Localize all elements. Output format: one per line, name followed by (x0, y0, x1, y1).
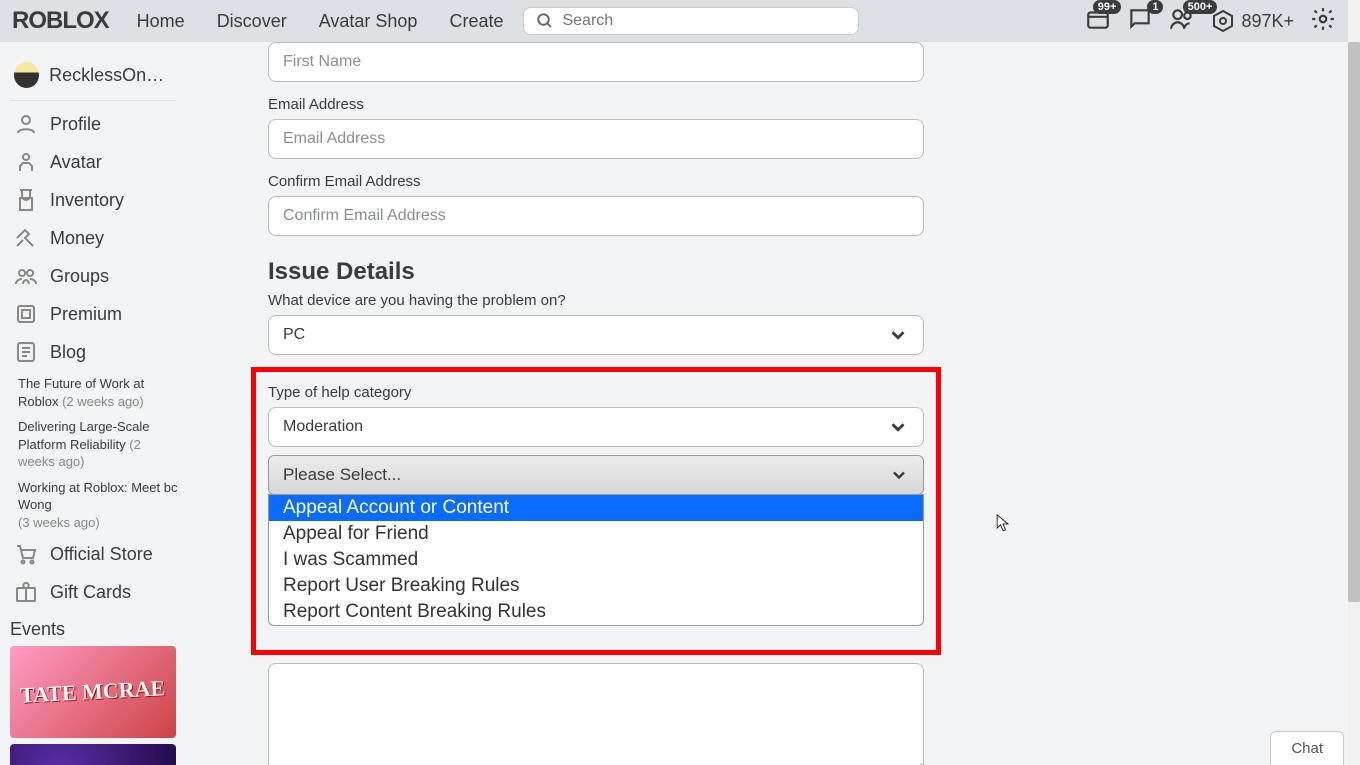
premium-icon (14, 302, 38, 326)
left-sidebar: RecklessOnY… Profile Avatar Inventory Mo… (0, 42, 186, 765)
event-tile[interactable]: TATE MCRAE (10, 646, 176, 738)
sidebar-label: Profile (50, 114, 101, 135)
main-nav: Home Discover Avatar Shop Create (137, 11, 504, 32)
avatar-icon (14, 150, 38, 174)
inventory-icon (14, 188, 38, 212)
top-header: ROBLOX Home Discover Avatar Shop Create … (0, 0, 1348, 42)
robux-balance[interactable]: 897K+ (1211, 9, 1294, 33)
category-select[interactable]: Moderation (268, 407, 924, 447)
search-input[interactable] (562, 12, 846, 30)
support-form: Email Address Confirm Email Address Issu… (236, 42, 956, 765)
main-content: Email Address Confirm Email Address Issu… (186, 42, 1348, 765)
chevron-down-icon (887, 416, 909, 438)
subcategory-option-appeal-account[interactable]: Appeal Account or Content (269, 495, 923, 521)
nav-home[interactable]: Home (137, 11, 185, 32)
sidebar-item-money[interactable]: Money (10, 219, 186, 257)
sidebar-label: Gift Cards (50, 582, 131, 603)
search-box[interactable] (523, 7, 859, 35)
email-field[interactable] (268, 119, 924, 159)
sidebar-label: Blog (50, 342, 86, 363)
events-header: Events (10, 611, 186, 646)
subcategory-select[interactable]: Please Select... (268, 455, 924, 495)
blog-post-link[interactable]: Working at Roblox: Meet bc Wong(3 weeks … (10, 475, 186, 536)
gear-icon (1310, 6, 1336, 32)
sidebar-item-avatar[interactable]: Avatar (10, 143, 186, 181)
category-label: Type of help category (268, 384, 924, 401)
device-select[interactable]: PC (268, 315, 924, 355)
avatar (14, 62, 39, 88)
confirm-email-field[interactable] (268, 196, 924, 236)
category-value: Moderation (283, 418, 363, 436)
blog-post-link[interactable]: Delivering Large-Scale Platform Reliabil… (10, 414, 186, 475)
scroll-thumb[interactable] (1348, 42, 1360, 602)
header-right: 99+ 1 500+ 897K+ (1085, 6, 1336, 37)
messages-badge: 1 (1147, 0, 1163, 14)
sidebar-label: Premium (50, 304, 122, 325)
gift-icon (14, 580, 38, 604)
sidebar-item-official-store[interactable]: Official Store (10, 535, 186, 573)
chevron-down-icon (887, 324, 909, 346)
search-icon (536, 12, 554, 30)
device-value: PC (283, 326, 305, 344)
sidebar-item-gift-cards[interactable]: Gift Cards (10, 573, 186, 611)
robux-amount: 897K+ (1241, 11, 1294, 32)
friends-button[interactable]: 500+ (1169, 6, 1195, 37)
nav-avatar-shop[interactable]: Avatar Shop (319, 11, 418, 32)
money-icon (14, 226, 38, 250)
blog-post-link[interactable]: The Future of Work at Roblox (2 weeks ag… (10, 371, 186, 414)
email-label: Email Address (268, 96, 924, 113)
sidebar-item-profile[interactable]: Profile (10, 105, 186, 143)
mouse-cursor (996, 514, 1010, 534)
robux-icon (1211, 9, 1235, 33)
nav-discover[interactable]: Discover (217, 11, 287, 32)
subcategory-placeholder: Please Select... (283, 465, 401, 485)
logo[interactable]: ROBLOX (12, 7, 109, 35)
event-tile[interactable]: SAMSUNG SUPERSTAR Galaxy (10, 744, 176, 765)
sidebar-label: Official Store (50, 544, 153, 565)
subcategory-option-report-content[interactable]: Report Content Breaking Rules (269, 599, 923, 625)
first-name-field[interactable] (268, 42, 924, 82)
sidebar-item-premium[interactable]: Premium (10, 295, 186, 333)
page-scrollbar[interactable] (1348, 0, 1360, 765)
blog-icon (14, 340, 38, 364)
store-icon (14, 542, 38, 566)
sidebar-label: Groups (50, 266, 109, 287)
settings-button[interactable] (1310, 6, 1336, 37)
nav-create[interactable]: Create (449, 11, 503, 32)
sidebar-item-groups[interactable]: Groups (10, 257, 186, 295)
subcategory-option-report-user[interactable]: Report User Breaking Rules (269, 573, 923, 599)
friends-badge: 500+ (1183, 0, 1218, 14)
username: RecklessOnY… (49, 65, 172, 86)
notifications-button[interactable]: 99+ (1085, 6, 1111, 37)
subcategory-option-scammed[interactable]: I was Scammed (269, 547, 923, 573)
sidebar-item-inventory[interactable]: Inventory (10, 181, 186, 219)
issue-details-heading: Issue Details (268, 258, 924, 286)
groups-icon (14, 264, 38, 288)
chevron-down-icon (889, 465, 909, 485)
highlighted-category-section: Type of help category Moderation Please … (251, 367, 941, 655)
chat-button[interactable]: Chat (1270, 731, 1344, 765)
sidebar-user[interactable]: RecklessOnY… (10, 52, 176, 101)
device-label: What device are you having the problem o… (268, 292, 924, 309)
description-textarea[interactable] (268, 663, 924, 765)
sidebar-item-blog[interactable]: Blog (10, 333, 186, 371)
subcategory-dropdown: Please Select... Appeal Account or Conte… (268, 455, 924, 626)
sidebar-label: Inventory (50, 190, 124, 211)
sidebar-label: Money (50, 228, 104, 249)
subcategory-options-list: Appeal Account or Content Appeal for Fri… (268, 494, 924, 626)
subcategory-option-appeal-friend[interactable]: Appeal for Friend (269, 521, 923, 547)
profile-icon (14, 112, 38, 136)
messages-button[interactable]: 1 (1127, 6, 1153, 37)
confirm-email-label: Confirm Email Address (268, 173, 924, 190)
sidebar-label: Avatar (50, 152, 102, 173)
notifications-badge: 99+ (1093, 0, 1122, 14)
